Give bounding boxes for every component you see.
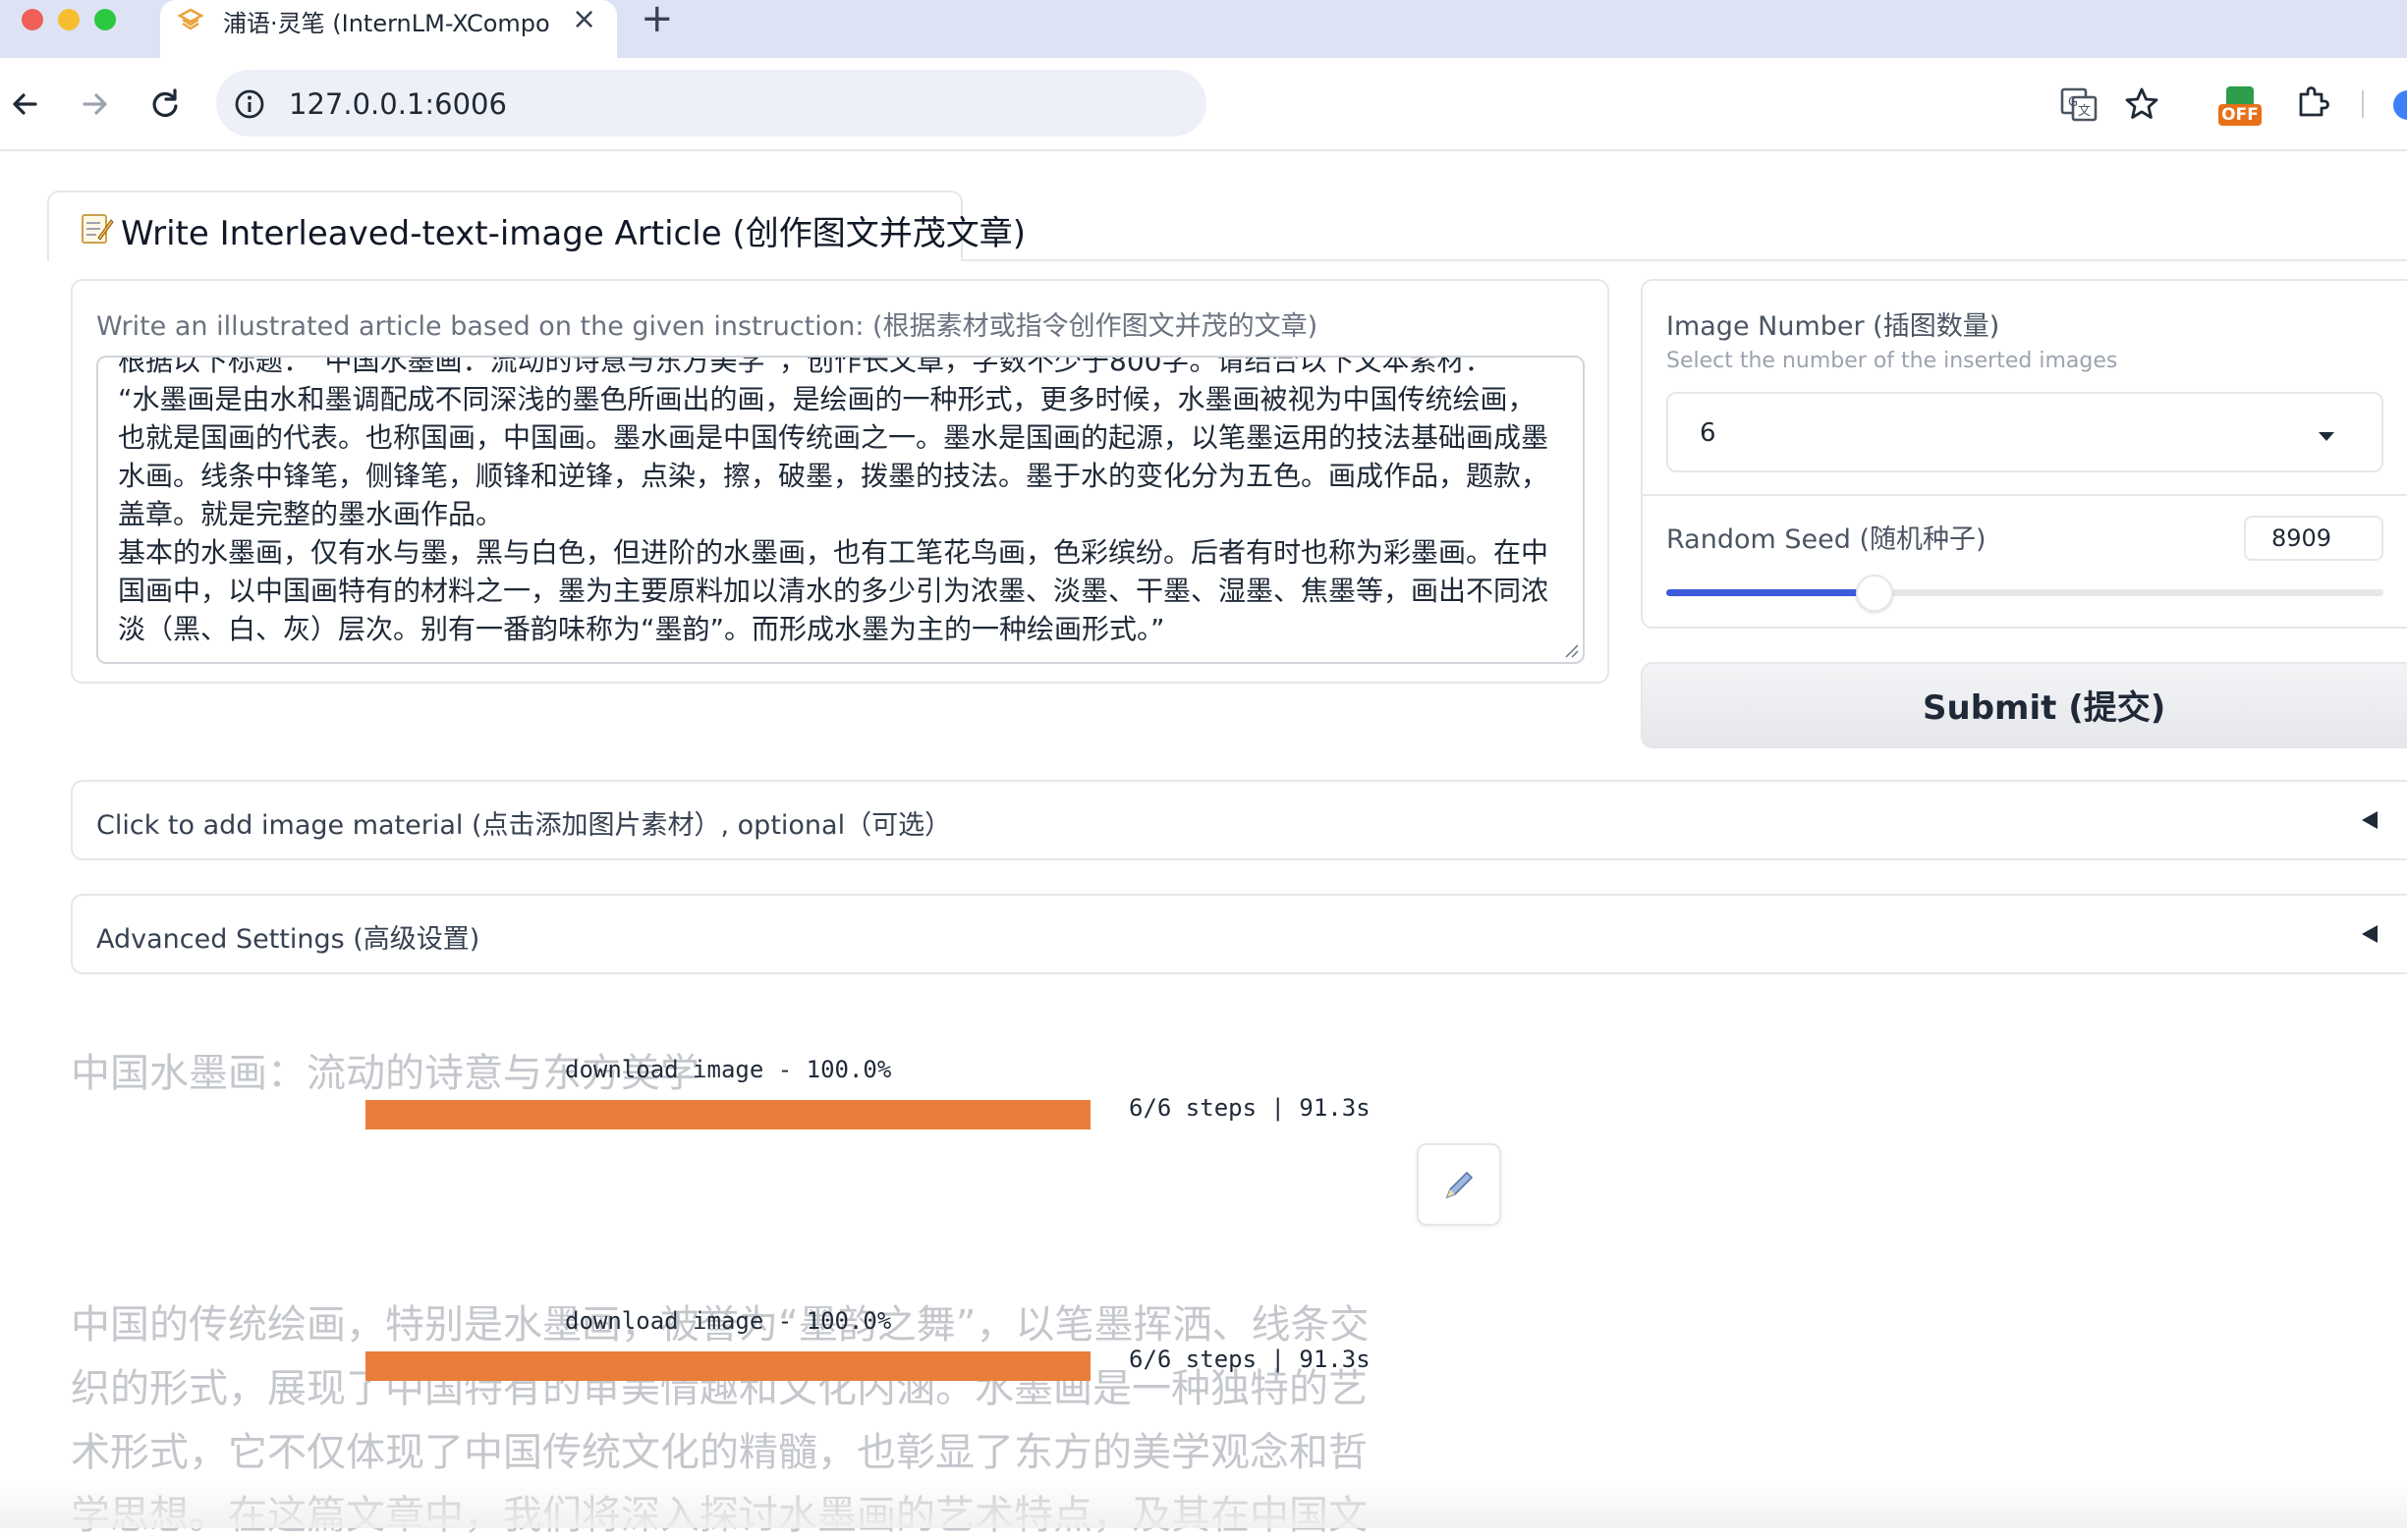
pencil-icon — [1445, 1171, 1474, 1199]
svg-text:G: G — [2068, 95, 2078, 110]
collapse-arrow-icon[interactable] — [2362, 811, 2378, 829]
image-number-label: Image Number (插图数量) — [1666, 311, 2000, 342]
back-arrow-icon[interactable] — [6, 84, 45, 124]
settings-divider — [1643, 494, 2407, 496]
tab-write-article-label: Write Interleaved-text-image Article (创作… — [121, 214, 1026, 253]
random-seed-label: Random Seed (随机种子) — [1666, 524, 1987, 555]
forward-arrow-icon[interactable] — [75, 84, 114, 124]
page-bottom-fade — [0, 1479, 2407, 1528]
output-paragraph-line: 术形式，它不仅体现了中国传统文化的精髓，也彰显了东方的美学观念和哲 — [71, 1430, 1368, 1475]
bookmark-star-icon[interactable] — [2122, 84, 2161, 124]
resize-handle-icon[interactable] — [1563, 642, 1579, 658]
progress-bar — [365, 1100, 1091, 1129]
site-info-icon[interactable] — [232, 86, 267, 122]
progress-bar — [365, 1351, 1091, 1381]
instruction-textarea[interactable]: 根据以下标题：“中国水墨画：流动的诗意与东方美学”，创作长文章，字数不少于800… — [96, 356, 1585, 664]
toolbar-divider — [2362, 90, 2364, 118]
window-minimize-button[interactable] — [58, 9, 80, 30]
chevron-down-icon[interactable] — [2319, 432, 2334, 441]
submit-button-label: Submit (提交) — [1923, 688, 2166, 728]
image-number-dropdown[interactable] — [1666, 392, 2383, 472]
edit-button[interactable] — [1417, 1143, 1501, 1226]
tab-title: 浦语·灵笔 (InternLM-XCompo — [223, 10, 550, 37]
advanced-settings-accordion-label: Advanced Settings (高级设置) — [96, 924, 480, 955]
internlm-favicon-icon — [177, 8, 204, 30]
random-seed-value: 8909 — [2271, 524, 2332, 552]
progress-steps: 6/6 steps | 91.3s — [1129, 1346, 1371, 1373]
progress-label: download image - 100.0% — [565, 1307, 892, 1335]
progress-steps: 6/6 steps | 91.3s — [1129, 1094, 1371, 1122]
tab-close-icon[interactable]: × — [572, 2, 596, 36]
translate-icon[interactable]: G 文 — [2059, 84, 2099, 124]
window-close-button[interactable] — [22, 9, 43, 30]
url-text: 127.0.0.1:6006 — [289, 87, 507, 121]
extension-off-badge: OFF — [2218, 104, 2262, 126]
image-material-accordion-label: Click to add image material (点击添加图片素材）, … — [96, 810, 952, 841]
collapse-arrow-icon[interactable] — [2362, 925, 2378, 943]
reload-icon[interactable] — [145, 84, 185, 124]
extension-off-icon[interactable]: OFF — [2218, 86, 2262, 130]
image-number-value: 6 — [1700, 418, 1716, 448]
instruction-text: 根据以下标题：“中国水墨画：流动的诗意与东方美学”，创作长文章，字数不少于800… — [118, 356, 1549, 645]
svg-text:文: 文 — [2078, 104, 2091, 119]
slider-thumb[interactable] — [1855, 575, 1893, 612]
progress-label: download image - 100.0% — [565, 1056, 892, 1083]
window-maximize-button[interactable] — [94, 9, 116, 30]
image-number-info: Select the number of the inserted images — [1666, 349, 2118, 373]
tab-divider-line — [963, 259, 2407, 261]
memo-icon — [82, 214, 114, 244]
instruction-label: Write an illustrated article based on th… — [96, 311, 1318, 342]
new-tab-button[interactable]: + — [641, 0, 674, 41]
slider-fill — [1666, 589, 1875, 596]
extensions-puzzle-icon[interactable] — [2293, 82, 2332, 122]
